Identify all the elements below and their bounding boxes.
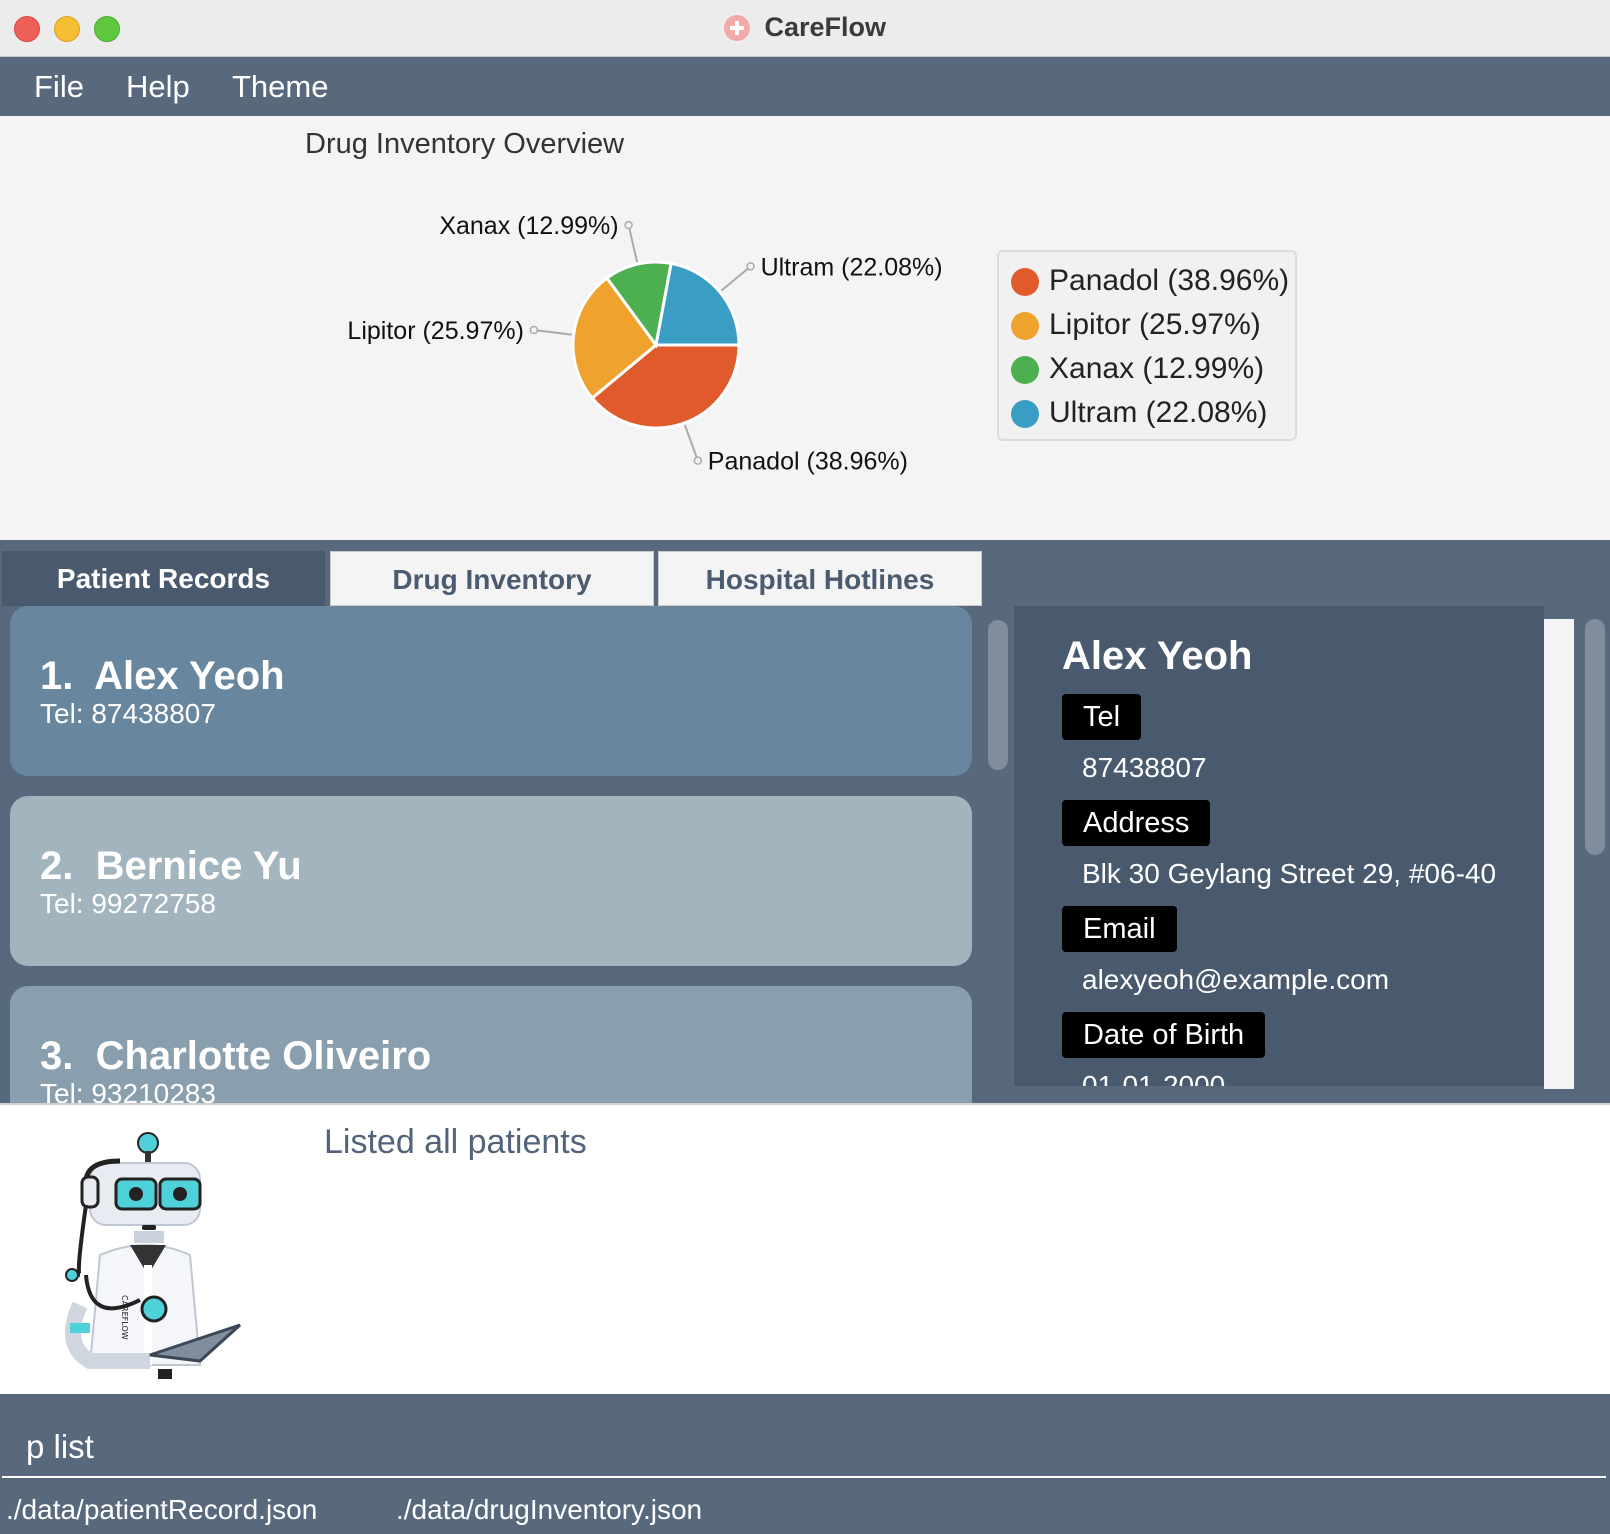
result-display: CAREFLOW Listed all patients: [0, 1103, 1610, 1396]
legend-swatch: [1011, 400, 1039, 428]
patient-card[interactable]: 1. Alex Yeoh Tel: 87438807: [10, 606, 972, 776]
detail-tel-tag: Tel: [1062, 694, 1142, 740]
tab-drug-inventory[interactable]: Drug Inventory: [330, 551, 654, 606]
drug-chart-panel: Drug Inventory Overview Panadol (38.96%)…: [0, 116, 1610, 540]
patient-name: 2. Bernice Yu: [40, 844, 302, 888]
pie-leader-dot: [746, 262, 755, 271]
pie-leader-line: [533, 329, 572, 336]
menu-file[interactable]: File: [34, 69, 84, 105]
drug-data-file-path: ./data/drugInventory.json: [396, 1494, 703, 1525]
legend-label: Xanax (12.99%): [1049, 352, 1265, 385]
patient-name: 3. Charlotte Oliveiro: [40, 1034, 432, 1078]
legend-label: Lipitor (25.97%): [1049, 308, 1261, 341]
app-logo-icon: [724, 14, 750, 41]
pie-label-ultram: Ultram (22.08%): [761, 253, 943, 281]
title-bar: CareFlow: [0, 0, 1610, 57]
legend-label: Ultram (22.08%): [1049, 396, 1268, 429]
patient-card[interactable]: 3. Charlotte Oliveiro Tel: 93210283: [10, 986, 972, 1103]
tab-patient-records[interactable]: Patient Records: [2, 551, 325, 606]
pie-label-panadol: Panadol (38.96%): [708, 448, 908, 476]
detail-panel-scrollbar[interactable]: [1585, 619, 1605, 855]
pie-leader-line: [683, 424, 699, 462]
detail-tel-value: 87438807: [1082, 752, 1207, 783]
pie-leader-dot: [529, 325, 539, 335]
chart-legend: Panadol (38.96%) Lipitor (25.97%) Xanax (1…: [997, 250, 1297, 441]
patient-list: 1. Alex Yeoh Tel: 87438807 2. Bernice Yu…: [0, 606, 1000, 1103]
result-message: Listed all patients: [324, 1123, 587, 1161]
status-bar: ./data/patientRecord.json ./data/drugInv…: [0, 1484, 1610, 1534]
command-input[interactable]: [2, 1418, 1606, 1478]
pie-leader-dot: [624, 220, 633, 230]
title-wrap: CareFlow: [0, 12, 1610, 43]
tab-hospital-hotlines[interactable]: Hospital Hotlines: [658, 551, 982, 606]
patient-detail-panel: Alex Yeoh Tel 87438807 Address Blk 30 Ge…: [1014, 606, 1544, 1086]
patient-name: 1. Alex Yeoh: [40, 654, 285, 698]
detail-dob-tag: Date of Birth: [1062, 1012, 1266, 1058]
patient-tel: Tel: 99272758: [40, 888, 216, 919]
detail-address-value: Blk 30 Geylang Street 29, #06-40: [1082, 858, 1497, 889]
patient-tel: Tel: 87438807: [40, 698, 216, 729]
menu-help[interactable]: Help: [126, 69, 190, 105]
detail-address-tag: Address: [1062, 800, 1211, 846]
patient-tel: Tel: 93210283: [40, 1078, 216, 1103]
legend-label: Panadol (38.96%): [1049, 264, 1290, 297]
legend-swatch: [1011, 356, 1039, 384]
pie-chart: Panadol (38.96%) Lipitor (25.97%) Xanax (1…: [347, 212, 943, 476]
pie-leader-dot: [693, 456, 703, 465]
detail-email-tag: Email: [1062, 906, 1177, 952]
main-panel: Patient Records Drug Inventory Hospital …: [0, 540, 1610, 1103]
pie-label-xanax: Xanax (12.99%): [439, 212, 618, 240]
menu-bar: File Help Theme: [0, 57, 1610, 116]
detail-dob-value: 01-01-2000: [1082, 1070, 1226, 1086]
window-title: CareFlow: [764, 12, 886, 42]
pie-leader-line: [627, 224, 639, 263]
patient-list-scrollbar[interactable]: [988, 620, 1008, 770]
patient-data-file-path: ./data/patientRecord.json: [6, 1494, 318, 1525]
doctor-robot-mascot-icon: CAREFLOW: [65, 1132, 242, 1379]
legend-swatch: [1011, 268, 1039, 296]
pie-leader-line: [720, 265, 752, 292]
pie-slice-ultram: [654, 261, 741, 347]
menu-theme[interactable]: Theme: [232, 69, 328, 105]
legend-swatch: [1011, 312, 1039, 340]
command-box: [0, 1394, 1610, 1484]
pie-label-lipitor: Lipitor (25.97%): [347, 317, 523, 345]
detail-patient-name: Alex Yeoh: [1062, 634, 1253, 678]
detail-scroll-track[interactable]: [1544, 619, 1574, 1089]
svg-text:CAREFLOW: CAREFLOW: [120, 1295, 129, 1340]
detail-email-value: alexyeoh@example.com: [1082, 964, 1390, 995]
patient-card[interactable]: 2. Bernice Yu Tel: 99272758: [10, 796, 972, 966]
